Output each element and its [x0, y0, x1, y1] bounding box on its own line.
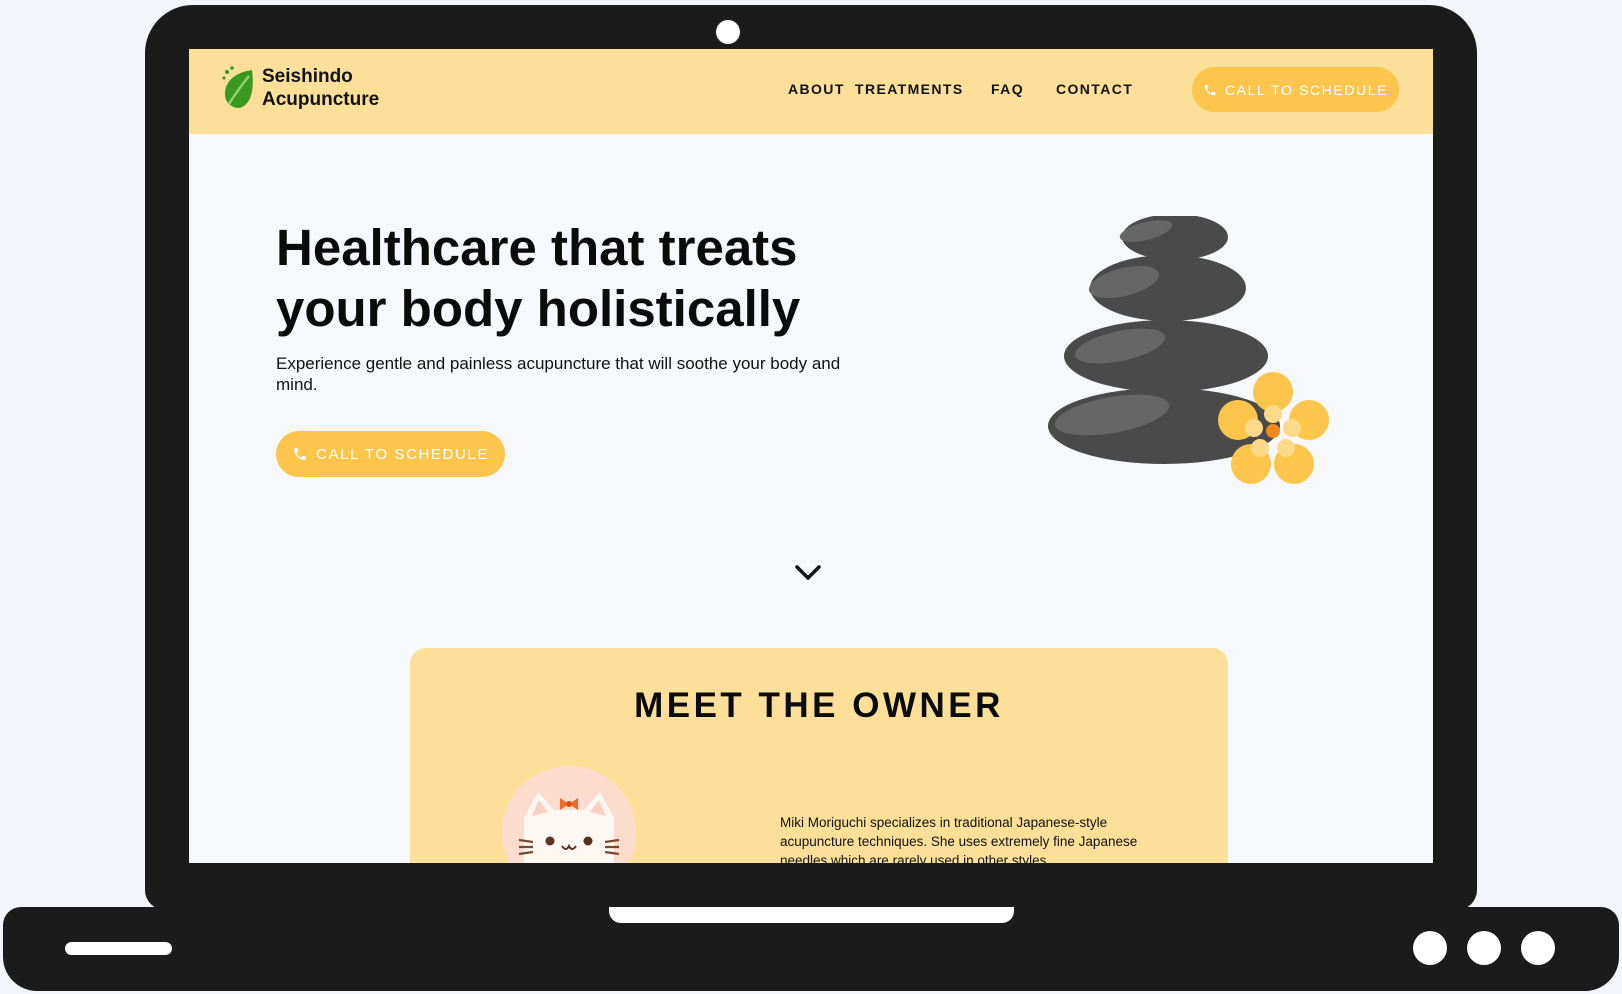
nav-call-to-schedule-button[interactable]: CALL TO SCHEDULE — [1192, 67, 1399, 112]
chevron-down-icon[interactable] — [794, 564, 822, 582]
leaf-icon[interactable] — [219, 64, 259, 110]
phone-icon — [294, 448, 307, 460]
brand-name-line2: Acupuncture — [262, 89, 380, 110]
nav-link-about[interactable]: ABOUT — [788, 81, 845, 97]
nav-link-contact[interactable]: CONTACT — [1056, 81, 1133, 97]
phone-icon — [1204, 84, 1216, 95]
stacked-stones-illustration — [1048, 216, 1329, 484]
laptop-base-dot — [1413, 931, 1447, 965]
website-screen: Seishindo Acupuncture ABOUT TREATMENTS F… — [189, 49, 1433, 863]
hero-subtitle: Experience gentle and painless acupunctu… — [276, 354, 841, 394]
flower-icon — [1218, 372, 1329, 484]
nav-link-faq[interactable]: FAQ — [991, 81, 1024, 97]
brand-name-line1: Seishindo — [262, 66, 353, 87]
laptop-base-dot — [1467, 931, 1501, 965]
owner-bio: Miki Moriguchi specializes in traditiona… — [780, 815, 1138, 863]
meet-the-owner-card: MEET THE OWNER Miki Moriguchi specialize… — [410, 648, 1228, 863]
owner-section-heading: MEET THE OWNER — [634, 686, 1004, 725]
hero-cta-label: CALL TO SCHEDULE — [316, 445, 489, 463]
camera-dot — [716, 20, 740, 44]
owner-avatar — [502, 766, 636, 863]
nav-link-treatments[interactable]: TREATMENTS — [855, 81, 964, 97]
cat-avatar-icon — [518, 792, 620, 863]
brand-logo[interactable]: Seishindo Acupuncture — [262, 65, 379, 111]
hero-call-to-schedule-button[interactable]: CALL TO SCHEDULE — [276, 431, 505, 477]
site-navbar: Seishindo Acupuncture ABOUT TREATMENTS F… — [189, 49, 1433, 134]
hero-title: Healthcare that treats your body holisti… — [276, 219, 801, 337]
nav-cta-label: CALL TO SCHEDULE — [1224, 81, 1389, 98]
laptop-base-dot — [1521, 931, 1555, 965]
laptop-base-slot — [65, 942, 172, 955]
laptop-hinge-notch — [609, 907, 1014, 923]
